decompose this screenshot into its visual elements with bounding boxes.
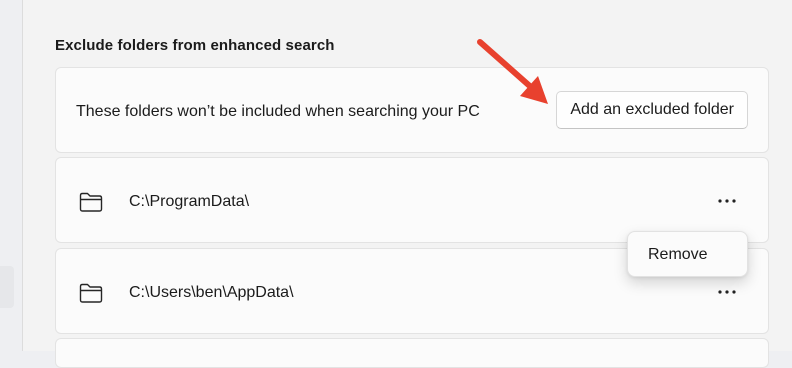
folder-path: C:\ProgramData\: [129, 193, 250, 210]
more-options-icon[interactable]: [712, 188, 742, 214]
folder-icon: [79, 283, 103, 303]
remove-menu-item[interactable]: Remove: [632, 236, 743, 272]
more-options-icon[interactable]: [712, 279, 742, 305]
excluded-folder-row: [55, 338, 769, 368]
folder-icon: [79, 192, 103, 212]
folder-path: C:\Users\ben\AppData\: [129, 284, 294, 301]
section-title: Exclude folders from enhanced search: [55, 37, 335, 54]
exclude-folders-description: These folders won’t be included when sea…: [76, 103, 480, 120]
add-excluded-folder-button[interactable]: Add an excluded folder: [556, 91, 748, 129]
sidebar-edge: [0, 266, 14, 308]
context-menu: Remove: [627, 231, 748, 277]
exclude-folders-header-card: These folders won’t be included when sea…: [55, 67, 769, 153]
